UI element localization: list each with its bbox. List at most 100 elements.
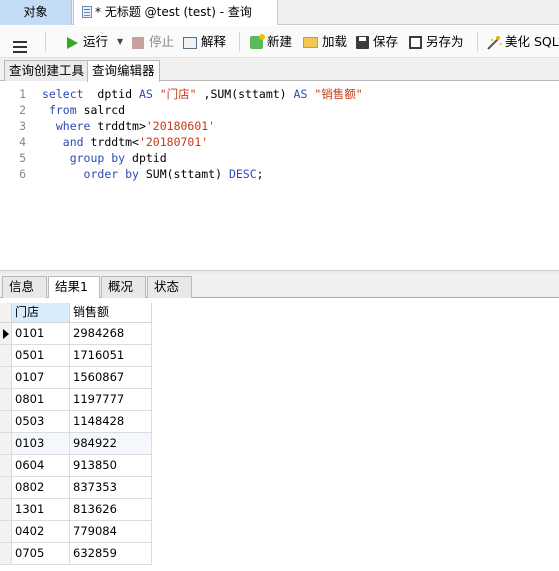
hamburger-icon [13,46,27,48]
cell-sales[interactable]: 2984268 [70,323,152,345]
cell-sales[interactable]: 1716051 [70,345,152,367]
code-line[interactable]: and trddtm<'20180701' [42,134,208,150]
line-number: 4 [19,135,26,149]
sql-string: '20180601' [145,119,216,133]
code-line[interactable]: group by dptid [42,150,167,166]
cell-store[interactable]: 0501 [12,345,70,367]
sql-keyword: select [42,87,84,101]
tab-objects[interactable]: 对象 [0,0,72,25]
beautify-sql-button[interactable]: 美化 SQL [487,32,559,52]
load-label: 加载 [322,34,348,49]
code-line[interactable]: from salrcd [42,102,125,118]
row-indicator[interactable] [0,367,12,389]
code-line[interactable]: where trddtm>'20180601' [42,118,215,134]
sql-string: "销售额" [314,87,363,101]
load-button[interactable]: 加载 [303,32,347,52]
new-label: 新建 [267,34,293,49]
run-label: 运行 [83,34,109,49]
row-indicator[interactable] [0,521,12,543]
cell-store[interactable]: 0705 [12,543,70,565]
sql-text: ; [256,167,264,181]
tab-profile[interactable]: 概况 [101,276,146,298]
result-grid[interactable]: 门店 销售额 0101 2984268 0501 1716051 0107 1560867… [0,298,559,571]
row-indicator[interactable] [0,477,12,499]
row-indicator[interactable] [0,345,12,367]
sql-text: dptid [125,151,167,165]
tab-info[interactable]: 信息 [2,276,47,298]
hamburger-menu-button[interactable] [13,32,29,52]
sql-keyword: group by [69,151,126,165]
explain-button[interactable]: 解释 [183,32,226,52]
row-indicator[interactable] [0,499,12,521]
cell-sales[interactable]: 1197777 [70,389,152,411]
column-header-store[interactable]: 门店 [12,303,70,323]
sql-text: dptid [83,87,139,101]
cell-store[interactable]: 0802 [12,477,70,499]
document-tab-bar: 对象 * 无标题 @test (test) - 查询 [0,0,559,25]
run-dropdown-button[interactable]: ▼ [117,32,123,52]
tab-profile-label: 概况 [108,279,134,294]
tab-query-builder[interactable]: 查询创建工具 [4,60,90,81]
save-as-label: 另存为 [426,34,464,49]
cell-store[interactable]: 0801 [12,389,70,411]
sql-keyword: and [62,135,84,149]
row-indicator[interactable] [0,323,12,345]
cell-store[interactable]: 0103 [12,433,70,455]
chevron-down-icon: ▼ [117,37,124,46]
stop-icon [132,36,144,49]
toolbar-divider [239,32,240,52]
sql-editor[interactable]: 1 2 3 4 5 6 select dptid AS "门店" ,SUM(sttamt)… [0,82,559,270]
sql-string: "门店" [159,87,197,101]
play-icon [67,36,78,49]
save-as-button[interactable]: 另存为 [409,32,464,52]
line-number: 2 [19,103,26,117]
stop-label: 停止 [149,34,175,49]
cell-sales[interactable]: 1148428 [70,411,152,433]
code-line[interactable]: select dptid AS "门店" ,SUM(sttamt) AS "销售… [42,86,363,102]
cell-sales[interactable]: 913850 [70,455,152,477]
cell-sales[interactable]: 813626 [70,499,152,521]
cell-store[interactable]: 0503 [12,411,70,433]
toolbar: 运行 ▼ 停止 解释 新建 加载 保存 另存为 美化 SQL [0,26,559,58]
row-indicator[interactable] [0,455,12,477]
sql-keyword: DESC [228,167,257,181]
cell-store[interactable]: 0107 [12,367,70,389]
new-icon [250,34,265,49]
tab-result-1[interactable]: 结果1 [48,276,100,299]
tab-query[interactable]: * 无标题 @test (test) - 查询 [73,0,278,25]
row-indicator[interactable] [0,389,12,411]
tab-status-label: 状态 [154,279,180,294]
cell-store[interactable]: 0604 [12,455,70,477]
tab-objects-label: 对象 [23,5,48,19]
line-number: 3 [19,119,26,133]
row-indicator[interactable] [0,543,12,565]
save-button[interactable]: 保存 [356,32,398,52]
sql-keyword: where [55,119,91,133]
tab-result-1-label: 结果1 [55,279,88,294]
stop-button[interactable]: 停止 [132,32,174,52]
code-line[interactable]: order by SUM(sttamt) DESC; [42,166,264,182]
cell-store[interactable]: 0101 [12,323,70,345]
new-query-button[interactable]: 新建 [250,32,292,52]
cell-store[interactable]: 0402 [12,521,70,543]
cell-store[interactable]: 1301 [12,499,70,521]
column-header-sales[interactable]: 销售额 [70,303,152,323]
cell-sales[interactable]: 1560867 [70,367,152,389]
editor-mode-tabs: 查询创建工具 查询编辑器 [0,58,559,82]
run-button[interactable]: 运行 [67,32,108,52]
row-indicator[interactable] [0,411,12,433]
cell-sales[interactable]: 632859 [70,543,152,565]
sql-text: trddtm< [83,135,139,149]
cell-sales[interactable]: 837353 [70,477,152,499]
tab-status[interactable]: 状态 [147,276,192,298]
sql-string: '20180701' [138,135,209,149]
row-indicator[interactable] [0,433,12,455]
line-number: 5 [19,151,26,165]
cell-sales[interactable]: 779084 [70,521,152,543]
cell-sales[interactable]: 984922 [70,433,152,455]
tab-query-editor[interactable]: 查询编辑器 [87,60,160,82]
tab-info-label: 信息 [9,279,35,294]
